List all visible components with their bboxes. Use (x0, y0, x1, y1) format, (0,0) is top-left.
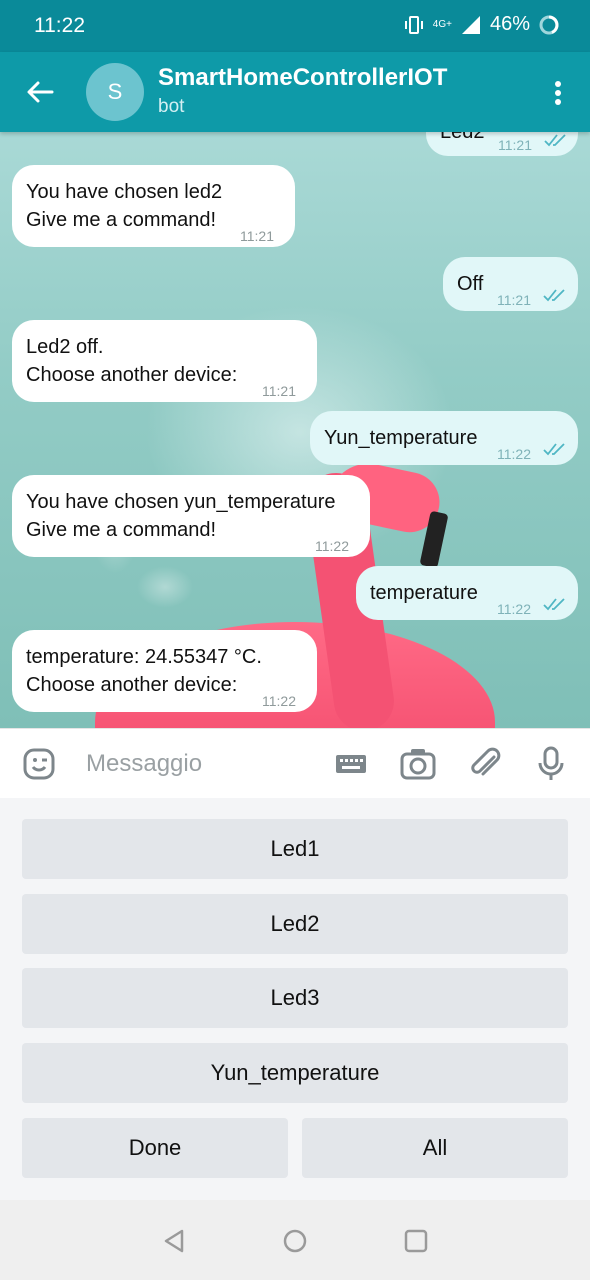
message-line: Led2 off. (26, 336, 104, 358)
bot-keyboard: Led1 Led2 Led3 Yun_temperature Done All (0, 798, 590, 1200)
chat-header: S SmartHomeControllerIOT bot (0, 52, 590, 132)
message-text: Off (457, 273, 484, 295)
message-outgoing[interactable]: temperature 11:22 (356, 566, 578, 620)
status-time: 11:22 (34, 14, 85, 37)
message-incoming[interactable]: Led2 off. Choose another device: 11:21 (12, 320, 317, 402)
emoji-sticker-icon[interactable] (21, 745, 59, 783)
message-line: temperature: 24.55347 °C. (26, 646, 262, 668)
message-input-bar: Messaggio (0, 728, 590, 799)
message-incoming[interactable]: You have chosen led2 Give me a command! … (12, 165, 295, 247)
nav-back-icon[interactable] (160, 1227, 188, 1255)
signal-icon (461, 15, 480, 34)
chat-title[interactable]: SmartHomeControllerIOT (158, 64, 447, 92)
message-line: You have chosen led2 (26, 181, 223, 203)
status-bar: 11:22 4G+ 46% (0, 0, 590, 52)
keyboard-button-yun-temperature[interactable]: Yun_temperature (22, 1043, 568, 1103)
status-icons: 4G+ 46% (403, 13, 560, 36)
message-time: 11:21 (262, 383, 296, 399)
message-time: 11:22 (497, 601, 531, 617)
vibrate-icon (404, 15, 423, 34)
message-time: 11:21 (498, 137, 532, 153)
keyboard-button-led3[interactable]: Led3 (22, 968, 568, 1028)
nav-recents-icon[interactable] (402, 1227, 430, 1255)
message-text: temperature (370, 582, 478, 604)
double-check-icon (544, 134, 566, 147)
more-options-icon[interactable] (554, 80, 562, 106)
message-input[interactable]: Messaggio (86, 750, 202, 778)
double-check-icon (543, 443, 565, 456)
system-nav-bar (0, 1200, 590, 1280)
keyboard-button-all[interactable]: All (302, 1118, 568, 1178)
battery-icon (539, 15, 559, 34)
message-time: 11:21 (497, 292, 531, 308)
message-text: Led2 (440, 132, 485, 143)
message-incoming[interactable]: temperature: 24.55347 °C. Choose another… (12, 630, 317, 712)
message-time: 11:22 (315, 538, 349, 554)
message-line: You have chosen yun_temperature (26, 491, 336, 513)
message-time: 11:22 (497, 446, 531, 462)
message-outgoing[interactable]: Led2 11:21 (426, 132, 578, 156)
message-line: Give me a command! (26, 519, 217, 541)
message-time: 11:21 (240, 228, 274, 244)
chat-area[interactable]: Led2 11:21 You have chosen led2 Give me … (0, 132, 590, 728)
attachment-icon[interactable] (466, 745, 504, 783)
camera-icon[interactable] (399, 745, 437, 783)
microphone-icon[interactable] (532, 745, 570, 783)
double-check-icon (543, 598, 565, 611)
nav-home-icon[interactable] (281, 1227, 309, 1255)
keyboard-button-led1[interactable]: Led1 (22, 819, 568, 879)
avatar[interactable]: S (86, 63, 144, 121)
message-time: 11:22 (262, 693, 296, 709)
keyboard-button-done[interactable]: Done (22, 1118, 288, 1178)
chat-subtitle: bot (158, 96, 185, 117)
double-check-icon (543, 289, 565, 302)
keyboard-button-led2[interactable]: Led2 (22, 894, 568, 954)
battery-level: 46% (489, 13, 530, 35)
message-text: Yun_temperature (324, 427, 478, 449)
network-type: 4G+ (432, 19, 452, 30)
message-incoming[interactable]: You have chosen yun_temperature Give me … (12, 475, 370, 557)
message-outgoing[interactable]: Off 11:21 (443, 257, 578, 311)
message-outgoing[interactable]: Yun_temperature 11:22 (310, 411, 578, 465)
keyboard-icon[interactable] (332, 745, 370, 783)
back-arrow-icon[interactable] (24, 76, 56, 108)
